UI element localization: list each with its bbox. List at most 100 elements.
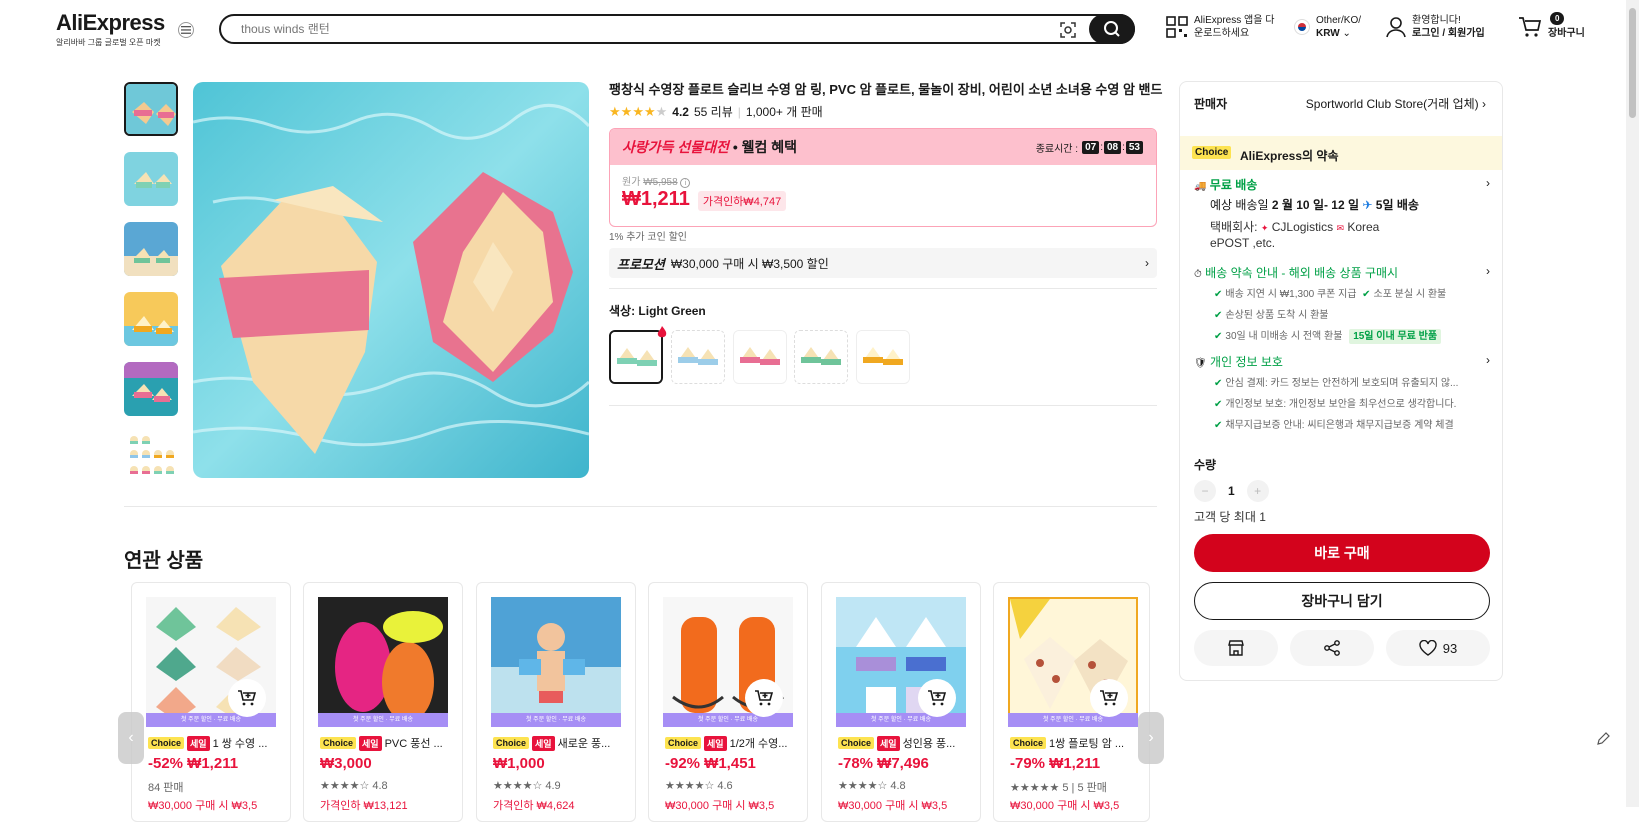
free-shipping-row[interactable]: 🚚 무료 배송 › bbox=[1194, 176, 1490, 193]
choice-badge: Choice bbox=[493, 737, 530, 749]
search-input[interactable] bbox=[241, 20, 1041, 38]
quantity-value[interactable]: 1 bbox=[1228, 484, 1235, 498]
chevron-right-icon: › bbox=[1482, 97, 1486, 111]
color-swatch-light-green[interactable] bbox=[609, 330, 663, 384]
korea-flag-icon bbox=[1294, 19, 1310, 35]
login-link[interactable]: 로그인 / 회원가입 bbox=[1412, 28, 1485, 39]
privacy-row[interactable]: 🛡 개인 정보 보호 › bbox=[1194, 353, 1490, 370]
privacy-2: ✔ 개인정보 보호: 개인정보 보안을 최우선으로 생각합니다. bbox=[1214, 395, 1456, 410]
plane-icon: ✈ bbox=[1362, 198, 1373, 212]
locale-selector[interactable]: Other/KO/KRW ⌄ bbox=[1294, 14, 1361, 40]
info-icon[interactable]: i bbox=[680, 178, 691, 188]
product-card[interactable]: 첫 주문 할인 · 무료 배송 Choice 1쌍 플로팅 암 ... -79% … bbox=[993, 582, 1150, 822]
thumbnail-6[interactable] bbox=[124, 432, 178, 478]
promotion-row[interactable]: 프로모션 ₩30,000 구매 시 ₩3,500 할인 › bbox=[609, 248, 1157, 278]
color-swatch-yellow[interactable] bbox=[856, 330, 910, 384]
wishlist-button[interactable]: 93 bbox=[1386, 630, 1490, 666]
color-value: Light Green bbox=[638, 304, 706, 318]
timer-hours: 07 bbox=[1082, 140, 1100, 154]
menu-icon[interactable] bbox=[178, 22, 194, 38]
add-to-cart-icon[interactable] bbox=[745, 679, 783, 717]
delivery-days: 5일 배송 bbox=[1375, 198, 1419, 212]
carousel-prev-button[interactable]: ‹ bbox=[118, 712, 144, 764]
free-return-tag: 15일 이내 무료 반품 bbox=[1349, 329, 1442, 344]
add-to-cart-icon[interactable] bbox=[1090, 679, 1128, 717]
guarantee-1a: 배송 지연 시 ₩1,300 쿠폰 지급 bbox=[1225, 289, 1357, 300]
product-promo: 가격인하 ₩13,121 bbox=[320, 800, 408, 812]
app-line2: 운로드하세요 bbox=[1194, 28, 1250, 39]
related-products-title: 연관 상품 bbox=[124, 550, 204, 572]
guarantee-1b: 소포 분실 시 환불 bbox=[1373, 289, 1447, 300]
product-card[interactable]: 첫 주문 할인 · 무료 배송 Choice 세일 성인용 풍... -78% ₩7… bbox=[821, 582, 981, 822]
product-card[interactable]: 첫 주문 할인 · 무료 배송 Choice 세일 새로운 풍... ₩1,000 … bbox=[476, 582, 636, 822]
promo-banner: 첫 주문 할인 · 무료 배송 bbox=[663, 713, 793, 727]
check-icon: ✔ bbox=[1214, 399, 1223, 410]
timer-label: 종료시간 : bbox=[1035, 143, 1079, 155]
thumbnail-3[interactable] bbox=[124, 222, 178, 276]
search-icon bbox=[1104, 21, 1120, 37]
main-product-image[interactable] bbox=[193, 82, 589, 478]
product-meta: ★★★★☆ 4.6 bbox=[665, 780, 733, 792]
color-prefix: 색상: bbox=[609, 304, 636, 318]
product-promo: ₩30,000 구매 시 ₩3,5 bbox=[665, 800, 775, 812]
thumbnail-4[interactable] bbox=[124, 292, 178, 346]
promo-box: 사랑가득 선물대전 • 웰컴 혜택 종료시간 : 07:08:53 원가 ₩5,… bbox=[609, 128, 1157, 227]
minus-button[interactable]: − bbox=[1194, 480, 1216, 502]
search-button[interactable] bbox=[1089, 14, 1135, 44]
delivery-estimate: 예상 배송일 2 월 10 일- 12 일 ✈ 5일 배송 bbox=[1210, 196, 1419, 213]
chevron-right-icon: › bbox=[1486, 176, 1490, 190]
sale-badge: 세일 bbox=[704, 735, 727, 751]
product-name: 1 쌍 수영 ... bbox=[212, 738, 268, 750]
buy-now-button[interactable]: 바로 구매 bbox=[1194, 534, 1490, 572]
product-name: 1쌍 플로팅 암 ... bbox=[1049, 738, 1125, 750]
product-promo: 가격인하 ₩4,624 bbox=[493, 800, 575, 812]
add-to-cart-icon[interactable] bbox=[918, 679, 956, 717]
edit-icon[interactable] bbox=[1596, 732, 1610, 746]
product-price: -79% ₩1,211 bbox=[1010, 755, 1101, 772]
check-icon: ✔ bbox=[1214, 289, 1223, 300]
qr-code-icon bbox=[1166, 16, 1188, 38]
chevron-right-icon: › bbox=[1486, 353, 1490, 367]
add-to-cart-button[interactable]: 장바구니 담기 bbox=[1194, 582, 1490, 620]
color-swatch-pink[interactable] bbox=[733, 330, 787, 384]
carrier-row: 택배회사: ✦ CJLogistics ✉ Korea bbox=[1210, 218, 1379, 235]
seller-link[interactable]: Sportworld Club Store(거래 업체) › bbox=[1306, 95, 1486, 112]
thumbnail-1[interactable] bbox=[124, 82, 178, 136]
guarantee-2: ✔ 손상된 상품 도착 시 환불 bbox=[1214, 306, 1329, 321]
logo-text: AliExpress bbox=[56, 10, 165, 35]
scrollbar-thumb[interactable] bbox=[1629, 8, 1636, 118]
app-download[interactable]: AliExpress 앱을 다운로드하세요 bbox=[1166, 14, 1274, 40]
carousel-next-button[interactable]: › bbox=[1138, 712, 1164, 764]
scrollbar[interactable] bbox=[1626, 0, 1639, 807]
product-card[interactable]: 첫 주문 할인 · 무료 배송 Choice 세일 1 쌍 수영 ... -52% … bbox=[131, 582, 291, 822]
review-count[interactable]: 55 리뷰 bbox=[694, 103, 733, 120]
product-name: 새로운 풍... bbox=[557, 738, 611, 750]
add-to-cart-icon[interactable] bbox=[228, 679, 266, 717]
account-menu[interactable]: 환영합니다! 로그인 / 회원가입 bbox=[1386, 14, 1485, 40]
promo-banner: 첫 주문 할인 · 무료 배송 bbox=[146, 713, 276, 727]
guarantee-1: ✔ 배송 지연 시 ₩1,300 쿠폰 지급 ✔ 소포 분실 시 환불 bbox=[1214, 285, 1446, 300]
guarantee-3: ✔ 30일 내 미배송 시 전액 환불 15일 이내 무료 반품 bbox=[1214, 327, 1442, 344]
share-button[interactable] bbox=[1290, 630, 1374, 666]
app-line1: AliExpress 앱을 다 bbox=[1194, 15, 1275, 26]
thumbnail-2[interactable] bbox=[124, 152, 178, 206]
product-name: 성인용 풍... bbox=[902, 738, 956, 750]
product-promo: ₩30,000 구매 시 ₩3,5 bbox=[1010, 800, 1120, 812]
cj-icon: ✦ bbox=[1260, 223, 1269, 233]
thumbnail-5[interactable] bbox=[124, 362, 178, 416]
color-swatch-green[interactable] bbox=[794, 330, 848, 384]
privacy-3-text: 채무지급보증 안내: 씨티은행과 채무지급보증 계약 체결 bbox=[1225, 420, 1454, 431]
free-shipping: 무료 배송 bbox=[1209, 178, 1258, 192]
original-price-row: 원가 ₩5,958 i bbox=[622, 173, 1144, 188]
aliexpress-logo[interactable]: AliExpress 알리바바 그룹 글로벌 오픈 마켓 bbox=[56, 10, 165, 48]
store-button[interactable] bbox=[1194, 630, 1278, 666]
cart-button[interactable]: 0 장바구니 bbox=[1518, 12, 1585, 40]
product-card[interactable]: 첫 주문 할인 · 무료 배송 Choice 세일 1/2개 수영... -92% … bbox=[648, 582, 808, 822]
shield-icon: 🛡 bbox=[1194, 358, 1207, 369]
delivery-promise-guide[interactable]: ⏱ 배송 약속 안내 - 해외 배송 상품 구매시 › bbox=[1194, 264, 1490, 281]
plus-button[interactable]: + bbox=[1246, 480, 1269, 502]
promo-banner: 첫 주문 할인 · 무료 배송 bbox=[836, 713, 966, 727]
camera-search-icon[interactable] bbox=[1059, 21, 1077, 39]
color-swatch-light-blue[interactable] bbox=[671, 330, 725, 384]
product-card[interactable]: 첫 주문 할인 · 무료 배송 Choice 세일 PVC 풍선 ... ₩3,00… bbox=[303, 582, 463, 822]
